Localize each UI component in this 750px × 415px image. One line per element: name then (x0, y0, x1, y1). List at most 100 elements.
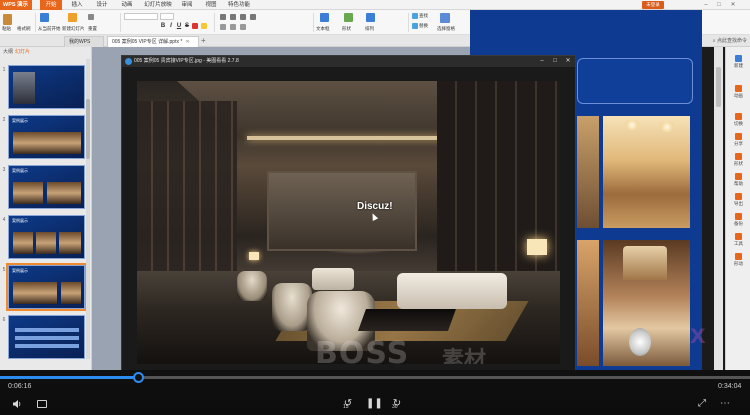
taskpane-new[interactable]: 新建 (726, 55, 750, 69)
replace-button[interactable]: 替换 (412, 23, 428, 29)
slide-thumbnail-pane: 大纲 幻灯片 1 2 案例展示 3 案例展示 4 案例展示 5 案例展示 6 (0, 47, 92, 370)
close-tab-icon[interactable]: ✕ (185, 39, 189, 45)
new-slide-button[interactable] (68, 13, 78, 22)
slide-photo[interactable] (603, 116, 690, 228)
volume-icon[interactable] (12, 399, 22, 409)
tools-icon (735, 233, 742, 240)
tab-insert[interactable]: 插入 (66, 0, 88, 10)
slide-photo (59, 232, 81, 254)
slide-title: 案例展示 (12, 268, 28, 273)
image-viewer-window[interactable]: 005 案例05 贵宾接VIP专区.jpg - 美图看看 2.7.8 – □ ✕… (121, 55, 576, 373)
pause-button[interactable]: ❚❚ (366, 397, 383, 411)
select-pane-button[interactable] (440, 13, 451, 23)
taskpane-shape[interactable]: 形状 (726, 153, 750, 167)
viewer-logo-icon (125, 58, 132, 65)
slide-number: 5 (2, 267, 6, 273)
more-button[interactable]: ⋯ (718, 397, 732, 411)
indent-icon[interactable] (220, 24, 227, 30)
reset-button[interactable]: 重置 (88, 26, 97, 32)
tab-home[interactable]: 开始 (40, 0, 62, 10)
align-left-icon[interactable] (220, 14, 227, 20)
login-button[interactable]: 未登录 (642, 1, 664, 9)
shape-button[interactable] (344, 13, 354, 22)
font-size-select[interactable] (160, 13, 174, 20)
taskpane-tools[interactable]: 工具 (726, 233, 750, 247)
taskpane-share[interactable]: 分享 (726, 133, 750, 147)
text-box-icon (320, 13, 329, 22)
slide-title-box[interactable] (577, 58, 693, 104)
watermark-text: BOSS (315, 336, 410, 364)
scroll-thumb[interactable] (86, 99, 90, 159)
taskpane-animation[interactable]: 动画 (726, 85, 750, 99)
taskpane-motion[interactable]: 形动 (726, 253, 750, 267)
separator (313, 13, 314, 32)
minimize-icon[interactable]: – (700, 0, 712, 10)
scroll-thumb[interactable] (716, 67, 721, 107)
text-box-button[interactable] (320, 13, 330, 22)
app-menu-button[interactable]: WPS 演示 (0, 0, 32, 10)
separator (35, 13, 36, 32)
underline-button[interactable]: U (176, 23, 182, 29)
from-current-button[interactable] (40, 13, 50, 22)
tab-design[interactable]: 设计 (91, 0, 113, 10)
viewer-image[interactable]: BOSS 素材 (137, 81, 560, 364)
list-bullet-icon[interactable] (250, 14, 257, 20)
tab-current-document[interactable]: 005 案例05 VIP专区 详解.pptx * ✕ (107, 36, 199, 47)
command-search[interactable]: ⌕ 点此查找命令 (713, 36, 747, 46)
arrange-button[interactable] (366, 13, 376, 22)
viewer-close-icon[interactable]: ✕ (563, 56, 573, 67)
maximize-icon[interactable]: □ (713, 0, 725, 10)
viewer-maximize-icon[interactable]: □ (550, 56, 560, 67)
columns-icon[interactable] (240, 24, 247, 30)
line-spacing-icon[interactable] (230, 24, 237, 30)
subtitle-icon[interactable] (37, 400, 47, 408)
seek-bar[interactable] (0, 372, 750, 383)
strike-button[interactable]: S (184, 23, 190, 29)
rewind-seconds: 15 (343, 404, 349, 410)
tab-slideshow[interactable]: 幻灯片放映 (141, 0, 175, 10)
align-right-icon[interactable] (240, 14, 247, 20)
wall-graphic (137, 101, 237, 271)
taskpane-transition[interactable]: 切换 (726, 113, 750, 127)
format-painter-button[interactable]: 格式刷 (17, 26, 31, 32)
layout-icon[interactable] (88, 14, 95, 20)
tab-animation[interactable]: 动画 (116, 0, 138, 10)
tab-features[interactable]: 特色功能 (224, 0, 254, 10)
slide-photo[interactable] (603, 240, 690, 366)
viewer-title-bar[interactable]: 005 案例05 贵宾接VIP专区.jpg - 美图看看 2.7.8 (122, 56, 575, 67)
fullscreen-button[interactable]: ⤢ (695, 397, 709, 411)
forward-button[interactable]: ↻ 30 (390, 397, 404, 411)
italic-button[interactable]: I (168, 23, 174, 29)
new-slide-icon (68, 13, 77, 22)
tab-review[interactable]: 审阅 (176, 0, 198, 10)
highlight-button[interactable] (201, 23, 208, 29)
slide-photo[interactable] (577, 240, 599, 366)
seek-progress (0, 376, 138, 379)
taskpane-help[interactable]: 帮助 (726, 173, 750, 187)
bold-button[interactable]: B (160, 23, 166, 29)
thumb-pane-header: 大纲 幻灯片 (0, 47, 92, 57)
slide-line (15, 344, 79, 348)
add-tab-icon[interactable]: + (201, 36, 206, 46)
slides-tab[interactable]: 幻灯片 (15, 47, 30, 57)
paste-button[interactable] (3, 14, 13, 25)
taskpane-export[interactable]: 导出 (726, 193, 750, 207)
canvas-scrollbar[interactable] (714, 47, 723, 370)
viewer-minimize-icon[interactable]: – (537, 56, 547, 67)
seek-handle[interactable] (133, 372, 144, 383)
outline-tab[interactable]: 大纲 (3, 47, 13, 57)
rewind-button[interactable]: ↺ 15 (341, 397, 355, 411)
tab-my-wps[interactable]: 我的WPS (64, 36, 104, 47)
align-center-icon[interactable] (230, 14, 237, 20)
find-button[interactable]: 查找 (412, 13, 428, 19)
font-color-button[interactable] (192, 23, 199, 29)
close-icon[interactable]: ✕ (727, 0, 739, 10)
thumb-scrollbar[interactable] (86, 59, 90, 359)
watermark-logo-icon: x (690, 318, 706, 349)
shape-label: 形状 (342, 26, 351, 31)
tab-view[interactable]: 视图 (200, 0, 222, 10)
slide-photo[interactable] (577, 116, 599, 228)
taskpane-backup[interactable]: 备份 (726, 213, 750, 227)
font-name-select[interactable] (124, 13, 158, 20)
grid-icon (88, 14, 94, 20)
